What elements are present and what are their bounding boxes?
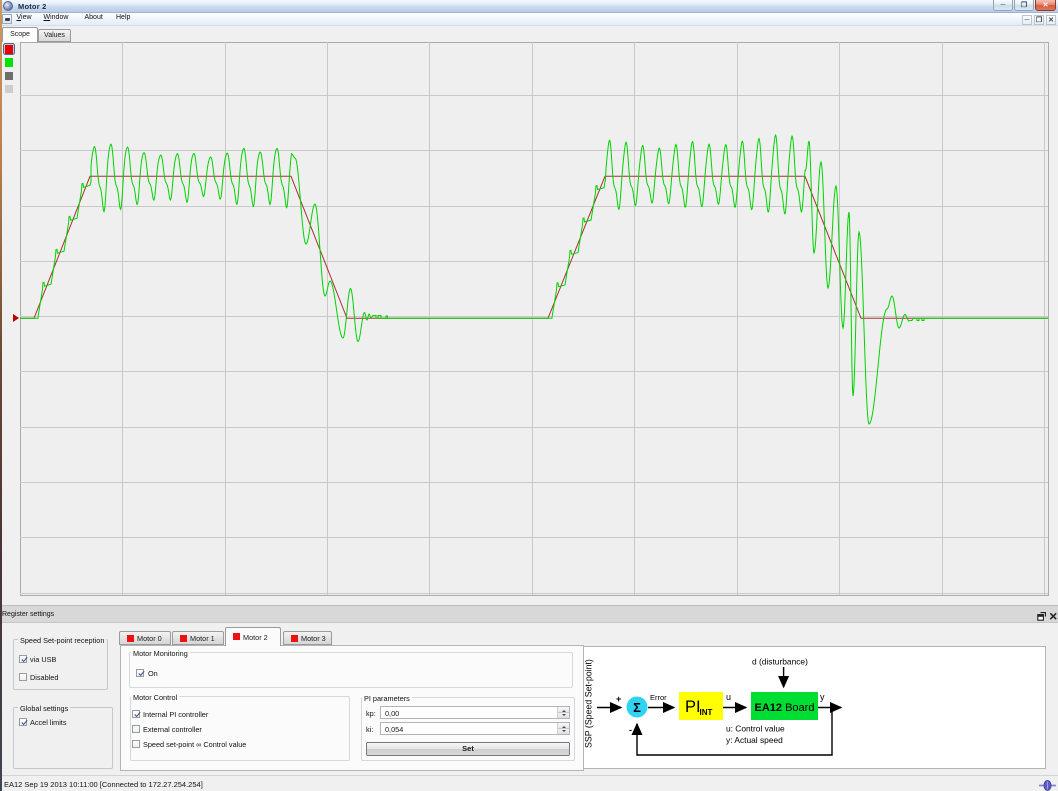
svg-text:Error: Error xyxy=(650,693,667,702)
svg-text:u: Control value: u: Control value xyxy=(726,724,785,734)
svg-text:-: - xyxy=(629,725,632,735)
svg-text:SSP (Speed Set-point): SSP (Speed Set-point) xyxy=(584,659,594,748)
svg-text:y: Actual speed: y: Actual speed xyxy=(726,735,783,745)
svg-text:u: u xyxy=(726,692,731,702)
svg-text:y: y xyxy=(820,692,825,702)
svg-text:PI: PI xyxy=(685,698,701,716)
svg-text:INT: INT xyxy=(700,708,713,717)
svg-text:d (disturbance): d (disturbance) xyxy=(752,657,808,667)
svg-text:+: + xyxy=(616,694,621,704)
svg-text:Σ: Σ xyxy=(633,700,641,715)
svg-text:EA12 Board: EA12 Board xyxy=(755,702,815,714)
